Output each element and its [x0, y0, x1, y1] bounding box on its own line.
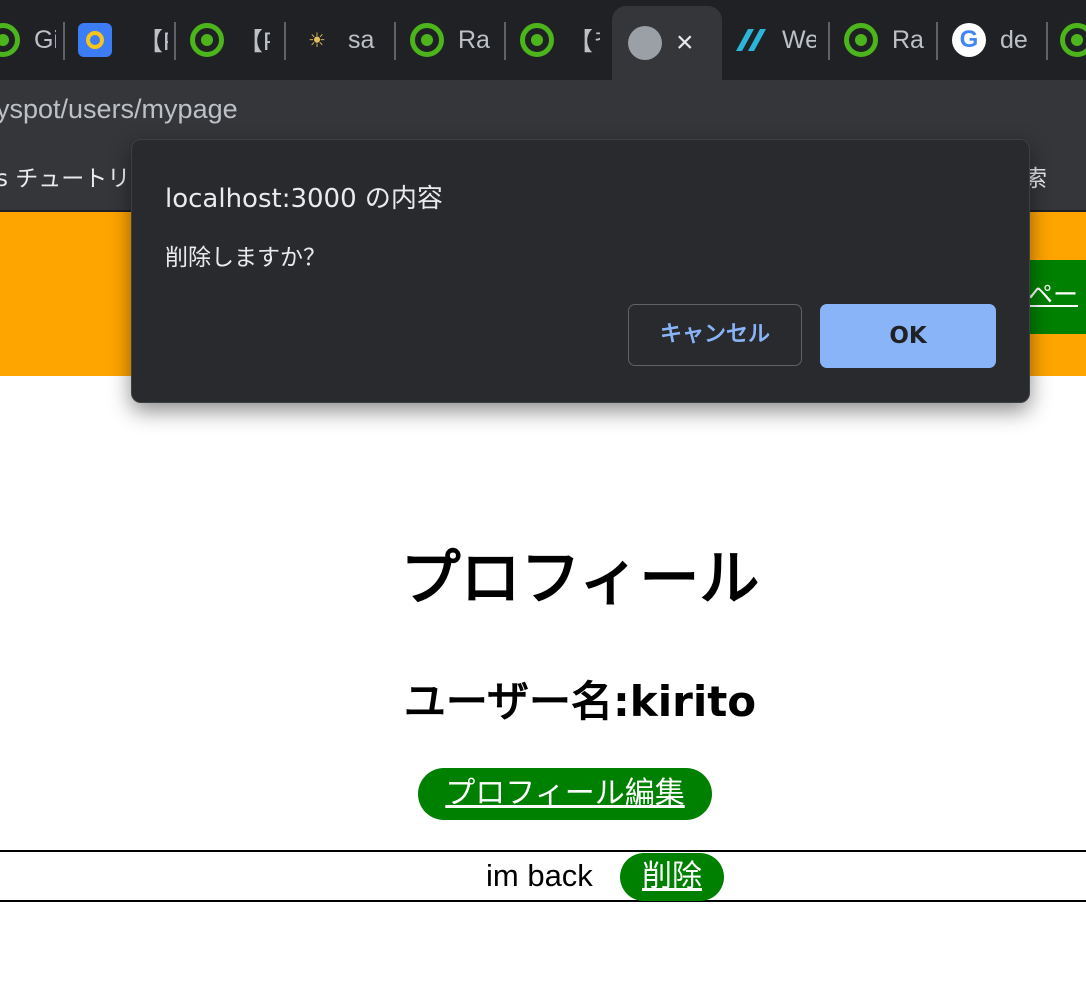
tab-github[interactable]: Git [0, 0, 56, 80]
page-title: プロフィール [400, 544, 760, 614]
globe-icon [628, 26, 662, 60]
tab-close-icon[interactable]: × [676, 26, 694, 60]
tab-separator [504, 22, 506, 60]
tab-label: 【ᄎ [568, 28, 600, 56]
tab-rails-5[interactable] [1060, 0, 1086, 80]
tab-rails-2[interactable]: Ra [410, 0, 490, 80]
tab-rails-1[interactable]: 【F [190, 0, 270, 80]
tab-rails-3[interactable]: 【ᄎ [520, 0, 600, 80]
tab-active[interactable]: × [612, 6, 722, 80]
confirm-dialog: localhost:3000 の内容 削除しますか？ キャンセル OK [131, 139, 1030, 403]
url-text[interactable]: yspot/users/mypage [0, 94, 238, 125]
dialog-title: localhost:3000 の内容 [165, 184, 443, 214]
tab-label: Git [34, 25, 56, 54]
tab-separator [394, 22, 396, 60]
tab-google[interactable]: G de [952, 0, 1032, 80]
ok-button[interactable]: OK [820, 304, 996, 368]
tab-label: Ra [458, 25, 490, 54]
rails-icon [520, 23, 554, 57]
tab-separator [284, 22, 286, 60]
post-text: im back [486, 858, 593, 893]
google-icon: G [952, 23, 986, 57]
tab-sa[interactable]: ☀ sa [300, 0, 380, 80]
tab-app[interactable] [78, 0, 118, 80]
rails-icon [410, 23, 444, 57]
rails-icon [1060, 23, 1086, 57]
tab-web[interactable]: We [734, 0, 816, 80]
sun-icon: ☀ [308, 29, 326, 52]
tab-label: 【F [138, 28, 168, 56]
tab-label: We [782, 25, 816, 54]
delete-button[interactable]: 削除 [620, 853, 724, 901]
tab-bracket[interactable]: 【F [138, 0, 168, 80]
tab-label: sa [348, 25, 375, 54]
tab-separator [1046, 22, 1048, 60]
tab-strip: Git 【F 【F ☀ sa Ra 【ᄎ × We Ra [0, 0, 1086, 80]
post-row: im back 削除 [0, 850, 1086, 902]
tab-separator [174, 22, 176, 60]
rails-icon [844, 23, 878, 57]
tab-separator [828, 22, 830, 60]
mypage-link[interactable]: ペー [1028, 260, 1086, 334]
username-heading: ユーザー名:kirito [403, 677, 757, 726]
stripes-icon [734, 23, 768, 57]
tab-separator [936, 22, 938, 60]
edit-profile-button[interactable]: プロフィール編集 [418, 768, 712, 820]
tab-label: de [1000, 25, 1028, 54]
tab-label: Ra [892, 25, 924, 54]
address-bar[interactable]: yspot/users/mypage [0, 80, 1086, 142]
cancel-button[interactable]: キャンセル [628, 304, 802, 366]
rails-icon [0, 23, 20, 57]
rails-icon [190, 23, 224, 57]
dialog-message: 削除しますか？ [165, 245, 326, 271]
app-icon [78, 23, 112, 57]
tab-label: 【F [238, 28, 270, 56]
tab-separator [63, 22, 65, 60]
tab-rails-4[interactable]: Ra [844, 0, 924, 80]
